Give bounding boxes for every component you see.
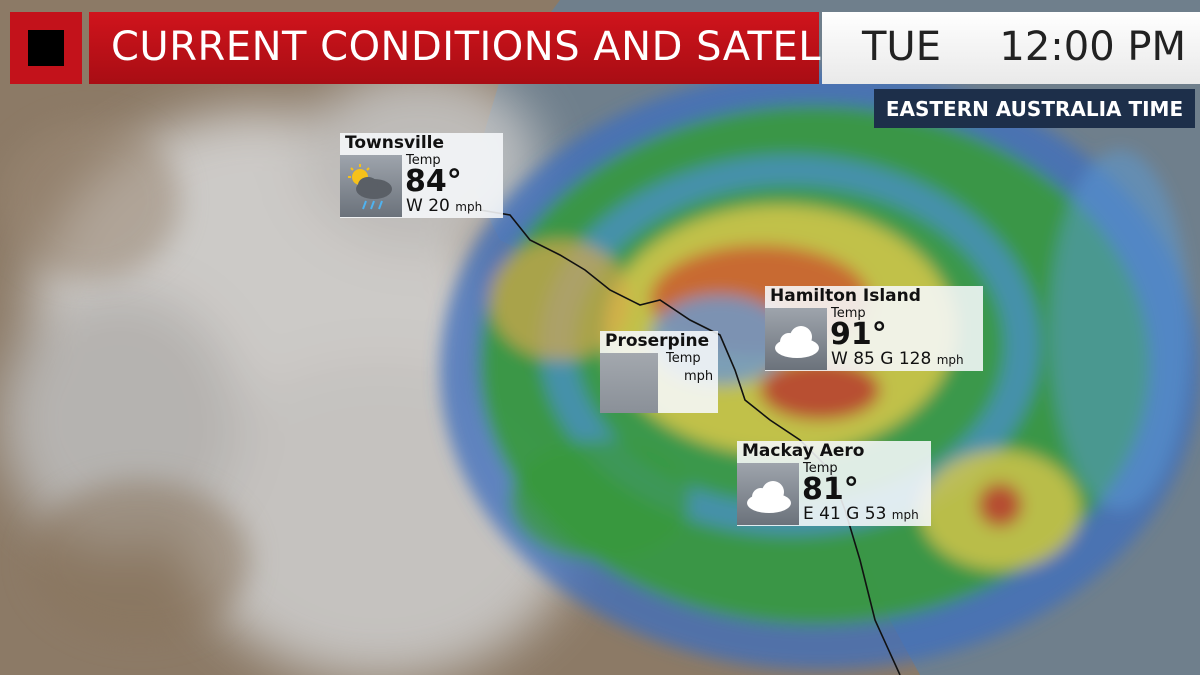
time-banner: TUE 12:00 PM	[822, 12, 1200, 84]
station-name: Hamilton Island	[770, 286, 921, 306]
wind-value: E 41 G 53 mph	[803, 504, 919, 524]
station-proserpine: Proserpine Temp mph	[600, 331, 718, 413]
day-label: TUE	[862, 24, 941, 70]
station-name: Townsville	[345, 133, 445, 153]
temperature-value: 81°	[802, 472, 859, 507]
wind-value: W 85 G 128 mph	[831, 349, 964, 369]
page-title: CURRENT CONDITIONS AND SATELLITE	[111, 24, 907, 70]
logo-square	[28, 30, 64, 66]
time-label: 12:00 PM	[999, 24, 1186, 70]
weather-icon-blank	[600, 353, 658, 413]
timezone-label: EASTERN AUSTRALIA TIME	[885, 97, 1184, 121]
wind-value: W 20 mph	[406, 196, 483, 216]
header-bar: CURRENT CONDITIONS AND SATELLITE TUE 12:…	[0, 0, 1200, 128]
station-mackay-aero: Mackay Aero Temp 81° E 41 G 53 mph	[737, 441, 931, 526]
timezone-banner: EASTERN AUSTRALIA TIME	[874, 89, 1195, 128]
station-townsville: Townsville Temp 84° W 20 mph	[340, 133, 503, 218]
temperature-value: 84°	[405, 164, 462, 199]
temp-label: Temp	[666, 351, 701, 366]
sun-cloud-rain-icon	[340, 155, 402, 217]
cloud-icon	[737, 463, 799, 525]
channel-logo	[10, 12, 82, 84]
wind-unit: mph	[684, 369, 714, 384]
station-name: Proserpine	[605, 331, 710, 351]
temperature-value: 91°	[830, 317, 887, 352]
cloud-icon	[765, 308, 827, 370]
station-hamilton-island: Hamilton Island Temp 91° W 85 G 128 mph	[765, 286, 983, 371]
station-name: Mackay Aero	[742, 441, 865, 461]
title-banner: CURRENT CONDITIONS AND SATELLITE	[89, 12, 906, 84]
